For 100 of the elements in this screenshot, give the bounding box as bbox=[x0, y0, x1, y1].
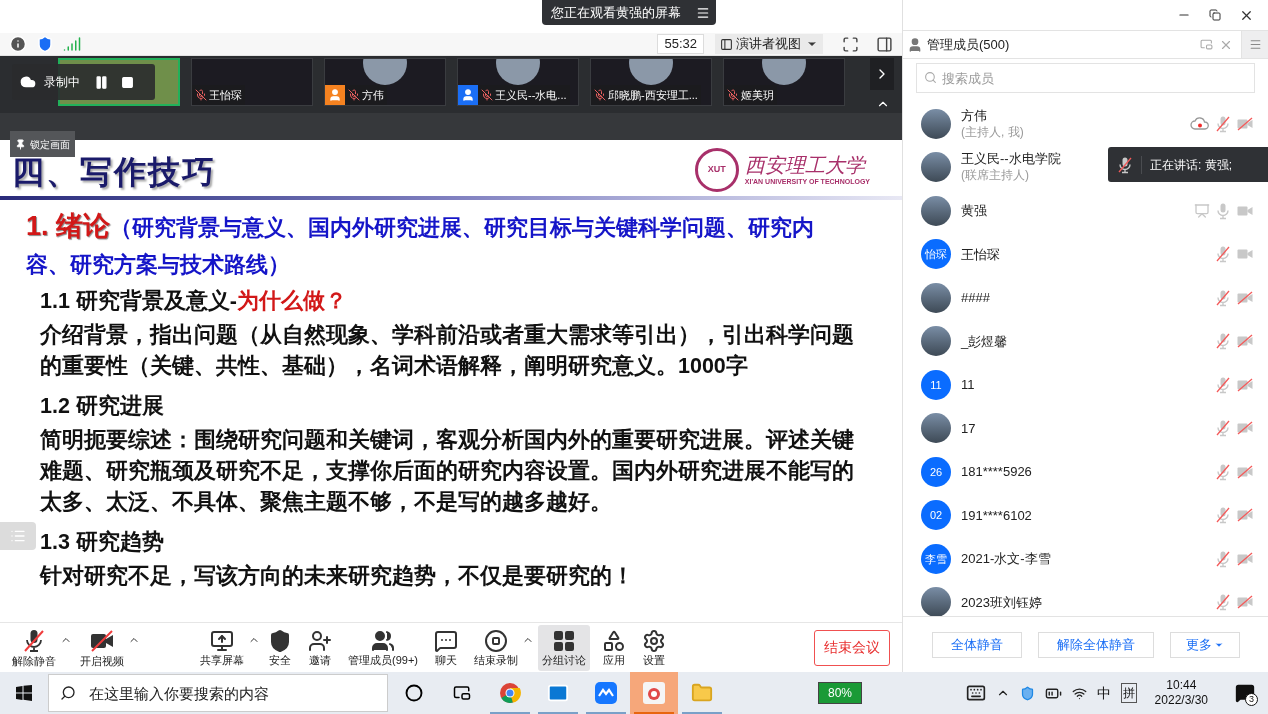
clock-time: 10:44 bbox=[1166, 678, 1197, 693]
view-mode-dropdown[interactable]: 演讲者视图 bbox=[715, 34, 823, 54]
member-row[interactable]: 李雪 2021-水文-李雪 bbox=[903, 537, 1268, 581]
add-person-icon bbox=[308, 628, 332, 653]
tile-name: 方伟 bbox=[362, 87, 384, 103]
keyboard-icon[interactable] bbox=[965, 683, 986, 703]
stop-icon[interactable] bbox=[121, 75, 134, 89]
search-field[interactable]: 搜索成员 bbox=[916, 63, 1255, 93]
member-row[interactable]: _彭煜馨 bbox=[903, 319, 1268, 363]
meeting-app-icon bbox=[595, 682, 617, 704]
member-row[interactable]: 26 181****5926 bbox=[903, 450, 1268, 494]
clock-date: 2022/3/30 bbox=[1154, 693, 1208, 708]
member-avatar bbox=[921, 326, 951, 357]
member-name: 黄强 bbox=[961, 202, 987, 220]
notice-text: 您正在观看黄强的屏幕 bbox=[550, 3, 682, 22]
list-toggle-button[interactable] bbox=[0, 522, 36, 550]
tile-name: 姬美玥 bbox=[741, 87, 774, 103]
menu-icon bbox=[1248, 38, 1262, 51]
toolbar-button[interactable]: 分组讨论 bbox=[538, 624, 590, 671]
video-tile[interactable]: 王义民--水电... bbox=[457, 58, 579, 106]
tile-name: 王怡琛 bbox=[209, 87, 242, 103]
shield-icon[interactable] bbox=[36, 35, 54, 53]
video-tile[interactable]: 方伟 bbox=[324, 58, 446, 106]
meeting-timer: 55:32 bbox=[657, 34, 704, 54]
member-row[interactable]: 2023班刘钰婷 bbox=[903, 580, 1268, 616]
member-row[interactable]: 黄强 bbox=[903, 189, 1268, 233]
member-row[interactable]: 02 191****6102 bbox=[903, 493, 1268, 537]
subsection-body: 简明扼要综述：围绕研究问题和关键词，客观分析国内外的重要研究进展。评述关键难题、研究瓶颈及研究不足，支撑你后面的研究内容设置。国内外研究进展不能写的太多、太泛、不具体、聚焦主题不够，不是写的越多越好。 bbox=[40, 427, 855, 516]
video-tile[interactable]: 姬美玥 bbox=[723, 58, 845, 106]
member-avatar bbox=[921, 413, 951, 444]
list-icon bbox=[10, 528, 26, 544]
toolbar-button[interactable]: 安全 bbox=[264, 624, 296, 671]
member-name: 王怡琛 bbox=[961, 245, 1000, 263]
member-row[interactable]: 方伟 (主持人, 我) bbox=[903, 102, 1268, 146]
toolbar-button[interactable]: 解除静音 bbox=[8, 624, 60, 671]
screen-share-icon bbox=[210, 628, 234, 653]
shield-icon[interactable] bbox=[1019, 685, 1035, 701]
member-avatar: 11 bbox=[921, 369, 951, 400]
input-language[interactable]: 中 bbox=[1096, 682, 1111, 704]
subsection-title: 1.3 研究趋势 bbox=[40, 529, 165, 556]
task-view-icon bbox=[453, 684, 471, 702]
toolbar-button[interactable]: 开启视频 bbox=[76, 624, 128, 671]
windows-logo-icon bbox=[16, 685, 32, 701]
member-row[interactable]: 怡琛 王怡琛 bbox=[903, 232, 1268, 276]
cloud-record-icon bbox=[20, 74, 36, 90]
member-avatar: 怡琛 bbox=[921, 239, 951, 270]
member-name: 191****6102 bbox=[961, 506, 1032, 524]
member-name: _彭煜馨 bbox=[961, 332, 1008, 350]
menu-icon[interactable] bbox=[696, 5, 710, 20]
next-arrow-button[interactable] bbox=[870, 58, 894, 90]
toolbar-button[interactable]: 聊天 bbox=[430, 624, 462, 671]
member-role: (联席主持人) bbox=[961, 167, 1030, 185]
member-avatar bbox=[921, 108, 951, 139]
panel-title: 管理成员(500) bbox=[927, 35, 1010, 54]
shapes-icon bbox=[602, 628, 626, 653]
toolbar-button[interactable]: 结束录制 bbox=[470, 624, 522, 671]
mute-control-button[interactable]: 全体静音 bbox=[931, 631, 1022, 658]
camera-off-icon bbox=[89, 627, 115, 654]
member-name: 11 bbox=[961, 376, 975, 394]
subsection-title: 1.2 研究进展 bbox=[40, 393, 165, 420]
chat-bubble-icon bbox=[434, 628, 458, 653]
toolbar-button[interactable]: 应用 bbox=[598, 624, 630, 671]
people-icon bbox=[371, 628, 395, 653]
signal-icon[interactable] bbox=[63, 35, 81, 53]
tile-name: 邱晓鹏-西安理工... bbox=[608, 87, 698, 103]
member-role: (主持人, 我) bbox=[961, 123, 1024, 141]
toolbar-button[interactable]: 邀请 bbox=[304, 624, 336, 671]
taskbar-search-field[interactable]: 在这里输入你要搜索的内容 bbox=[48, 674, 388, 712]
end-meeting-button[interactable]: 结束会议 bbox=[814, 629, 890, 666]
mute-control-button[interactable]: 解除全体静音 bbox=[1037, 631, 1154, 658]
panel-menu-button[interactable] bbox=[1241, 31, 1268, 58]
browser-icon bbox=[499, 682, 521, 704]
member-row[interactable]: 11 11 bbox=[903, 363, 1268, 407]
input-mode[interactable]: 拼 bbox=[1120, 683, 1137, 703]
pin-icon bbox=[15, 138, 26, 150]
member-avatar: 26 bbox=[921, 456, 951, 487]
fullscreen-icon[interactable] bbox=[842, 35, 859, 53]
wifi-icon[interactable] bbox=[1071, 685, 1087, 701]
info-icon[interactable] bbox=[9, 35, 27, 53]
toolbar-button[interactable]: 共享屏幕 bbox=[196, 624, 248, 671]
restore-icon[interactable] bbox=[1209, 9, 1221, 21]
toolbar-button[interactable]: 设置 bbox=[638, 624, 670, 671]
member-row[interactable]: 17 bbox=[903, 406, 1268, 450]
member-avatar bbox=[921, 587, 951, 616]
lock-view-button[interactable]: 锁定画面 bbox=[10, 131, 75, 157]
search-icon bbox=[60, 685, 76, 701]
pop-out-icon[interactable] bbox=[1200, 38, 1213, 51]
member-row[interactable]: #### bbox=[903, 276, 1268, 320]
search-icon bbox=[924, 71, 937, 84]
toolbar-button[interactable]: 管理成员(99+) bbox=[344, 624, 422, 671]
video-tile[interactable]: 邱晓鹏-西安理工... bbox=[590, 58, 712, 106]
pause-icon[interactable] bbox=[94, 74, 109, 90]
clock[interactable]: 10:44 2022/3/30 bbox=[1154, 678, 1208, 708]
section-heading: 1. 绪论（研究背景与意义、国内外研究进展、研究目标与关键科学问题、研究内容、研究方案与技术路线） bbox=[26, 210, 816, 279]
member-name: #### bbox=[961, 289, 990, 307]
logo-initials: XUT bbox=[707, 163, 726, 177]
recording-label: 录制中 bbox=[44, 74, 80, 91]
more-button[interactable]: 更多 bbox=[1169, 631, 1240, 658]
video-tile[interactable]: 王怡琛 bbox=[191, 58, 313, 106]
side-panel-icon[interactable] bbox=[876, 35, 893, 53]
